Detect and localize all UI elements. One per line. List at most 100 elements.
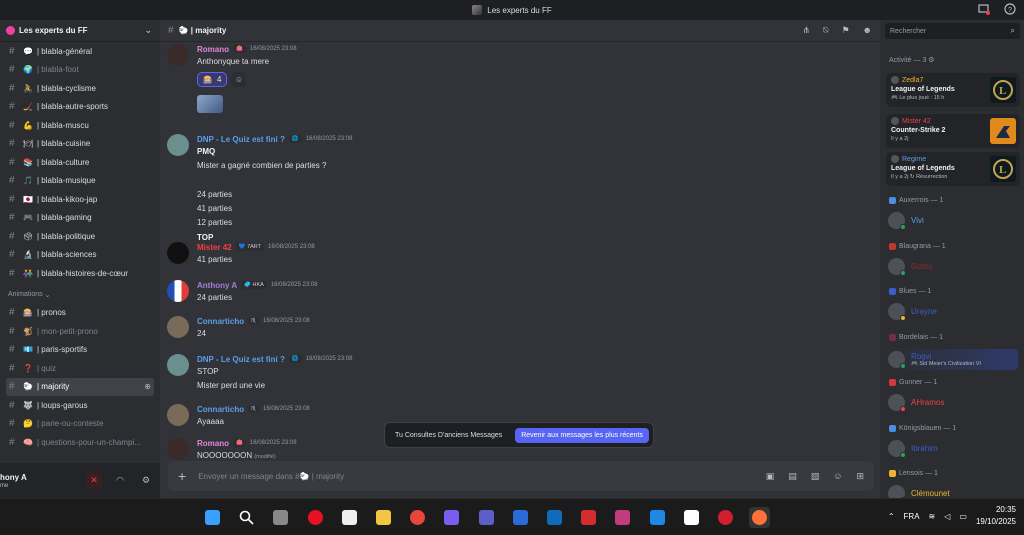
member-item[interactable]: Vivi bbox=[888, 212, 924, 230]
add-member-icon[interactable]: ⊕ bbox=[144, 382, 151, 391]
search-icon[interactable] bbox=[236, 507, 257, 528]
apps-icon[interactable]: ⊞ bbox=[856, 471, 864, 482]
channel-item[interactable]: # 🍽 | blabla-cuisine bbox=[6, 135, 154, 154]
headphones-icon[interactable]: ◠ bbox=[112, 473, 128, 489]
user-avatar[interactable] bbox=[167, 134, 189, 156]
channel-item[interactable]: # 🐑 | majority ⊕ bbox=[6, 377, 154, 396]
inbox-icon[interactable] bbox=[978, 3, 990, 15]
channel-item[interactable]: # 🏒 | blabla-autre-sports bbox=[6, 98, 154, 117]
windows-start-icon[interactable] bbox=[202, 507, 223, 528]
user-avatar[interactable] bbox=[167, 404, 189, 426]
activity-card[interactable]: Zedla7 League of Legends 🎮 Le plus joué : … bbox=[886, 73, 1020, 107]
activity-card[interactable]: Regime League of Legends Il y a 2j ↻ Résur… bbox=[886, 152, 1020, 186]
activity-card[interactable]: Mister 42 Counter-Strike 2 Il y a 2j bbox=[886, 114, 1020, 148]
teams-icon[interactable] bbox=[476, 507, 497, 528]
outlook-icon[interactable] bbox=[544, 507, 565, 528]
sticker-icon[interactable]: ▧ bbox=[811, 471, 820, 482]
reaction[interactable]: 🎰 4 bbox=[197, 72, 228, 88]
mytf1-icon[interactable] bbox=[510, 507, 531, 528]
task-view-icon[interactable] bbox=[270, 507, 291, 528]
member-item[interactable]: AHramos bbox=[888, 394, 944, 412]
tlc-icon[interactable] bbox=[578, 507, 599, 528]
hash-icon: # bbox=[9, 156, 15, 168]
edge-icon[interactable] bbox=[647, 507, 668, 528]
wifi-icon[interactable]: ≋ bbox=[929, 512, 936, 521]
mute-bell-icon[interactable]: ⍉ bbox=[823, 25, 828, 36]
file-explorer-icon[interactable] bbox=[373, 507, 394, 528]
channel-item[interactable]: # 🌍 | blabla-foot bbox=[6, 61, 154, 80]
sticker-image[interactable] bbox=[197, 95, 223, 114]
user-avatar[interactable] bbox=[167, 44, 189, 66]
author-name[interactable]: DNP - Le Quiz est fini ? bbox=[197, 135, 285, 144]
threads-icon[interactable]: ⋔ bbox=[802, 25, 810, 36]
message-meta: Anthony A 🥏 HKA 16/08/2025 23:08 bbox=[197, 280, 318, 290]
channel-item[interactable]: # 💶 | paris-sportifs bbox=[6, 341, 154, 360]
chrome-icon[interactable] bbox=[407, 507, 428, 528]
member-item[interactable]: Ibrahim bbox=[888, 439, 938, 458]
search-input[interactable]: Rechercher ⌕ bbox=[885, 23, 1020, 39]
user-avatar[interactable] bbox=[167, 316, 189, 338]
channel-item[interactable]: # ❓ | quiz bbox=[6, 359, 154, 378]
opera-icon[interactable] bbox=[715, 507, 736, 528]
members-icon[interactable]: ☻ bbox=[863, 25, 872, 36]
channel-item[interactable]: # 🎰 | pronos bbox=[6, 304, 154, 323]
channel-item[interactable]: # 💪 | blabla-muscu bbox=[6, 116, 154, 135]
author-name[interactable]: Anthony A bbox=[197, 281, 237, 290]
author-name[interactable]: Connarticho bbox=[197, 317, 244, 326]
channel-item[interactable]: # 🐺 | loups-garous bbox=[6, 396, 154, 415]
help-icon[interactable]: ? bbox=[1004, 3, 1016, 15]
user-name[interactable]: hony A bbox=[0, 472, 27, 483]
author-name[interactable]: Romano bbox=[197, 45, 229, 54]
store-icon[interactable] bbox=[612, 507, 633, 528]
user-avatar[interactable] bbox=[167, 280, 189, 302]
server-header[interactable]: Les experts du FF ⌄ bbox=[0, 20, 160, 42]
author-name[interactable]: Mister 42 bbox=[197, 243, 232, 252]
battery-icon[interactable]: ▭ bbox=[959, 512, 967, 521]
author-name[interactable]: Romano bbox=[197, 439, 229, 448]
channel-item[interactable]: # 🤔 | parie-ou-conteste bbox=[6, 415, 154, 434]
author-name[interactable]: DNP - Le Quiz est fini ? bbox=[197, 355, 285, 364]
channel-item[interactable]: # 🐒 | mon-petit-prono bbox=[6, 322, 154, 341]
gif-icon[interactable]: ▤ bbox=[788, 471, 797, 482]
member-item[interactable]: Urayne bbox=[888, 303, 937, 321]
copilot-icon[interactable] bbox=[441, 507, 462, 528]
user-avatar[interactable] bbox=[167, 438, 189, 460]
channel-item[interactable]: # 🎵 | blabla-musique bbox=[6, 172, 154, 191]
user-avatar[interactable] bbox=[167, 242, 189, 264]
author-name[interactable]: Connarticho bbox=[197, 405, 244, 414]
member-item[interactable]: Rogvi 🎮 Sid Meier's Civilization VI bbox=[886, 348, 1018, 370]
user-avatar[interactable] bbox=[167, 354, 189, 376]
gear-icon[interactable]: ⚙ bbox=[138, 473, 154, 489]
member-item[interactable]: Gotbo bbox=[888, 257, 933, 276]
channel-item[interactable]: # 🚴 | blabla-cyclisme bbox=[6, 79, 154, 98]
document-icon[interactable] bbox=[681, 507, 702, 528]
message-input[interactable]: Envoyer un message dans #🐑 | majority bbox=[198, 472, 344, 481]
record-icon[interactable] bbox=[305, 507, 326, 528]
jump-to-present-button[interactable]: Revenir aux messages les plus récents bbox=[515, 427, 649, 443]
file-icon[interactable] bbox=[339, 507, 360, 528]
member-item[interactable]: Clémounet bbox=[888, 485, 950, 498]
firefox-icon[interactable] bbox=[749, 507, 771, 528]
channel-item[interactable]: # 📚 | blabla-culture bbox=[6, 153, 154, 172]
channel-item[interactable]: # 🎮 | blabla-gaming bbox=[6, 209, 154, 228]
add-reaction-icon[interactable]: ☺ bbox=[231, 72, 247, 88]
clock[interactable]: 20:35 19/10/2025 bbox=[976, 504, 1016, 528]
channel-item[interactable]: # 💬 | blabla-général bbox=[6, 42, 154, 61]
volume-icon[interactable]: ◁ bbox=[944, 512, 950, 521]
channel-item[interactable]: # 🧠 | questions-pour-un-champi... bbox=[6, 433, 154, 452]
language-indicator[interactable]: FRA bbox=[904, 512, 920, 521]
gift-icon[interactable]: ▣ bbox=[766, 471, 775, 482]
channel-item[interactable]: # 👫 | blabla-histoires-de-cœur bbox=[6, 264, 154, 283]
channel-item[interactable]: # 🔬 | blabla-sciences bbox=[6, 246, 154, 265]
pinned-icon[interactable]: ⚑ bbox=[841, 25, 849, 36]
channel-item[interactable]: # 🗳 | blabla-politique bbox=[6, 227, 154, 246]
chevron-up-icon[interactable]: ⌃ bbox=[888, 512, 895, 521]
chevron-down-icon[interactable]: ⌄ bbox=[144, 25, 152, 36]
league-of-legends-icon: L bbox=[990, 77, 1016, 103]
message-composer[interactable]: + Envoyer un message dans #🐑 | majority … bbox=[168, 461, 874, 491]
emoji-icon[interactable]: ☺ bbox=[833, 471, 842, 482]
microphone-muted-icon[interactable]: ✕ bbox=[86, 472, 102, 489]
category-header[interactable]: Animations ⌄ bbox=[6, 286, 154, 304]
channel-item[interactable]: # 🇯🇵 | blabla-kikoo-jap bbox=[6, 190, 154, 209]
add-attachment-icon[interactable]: + bbox=[178, 468, 186, 484]
